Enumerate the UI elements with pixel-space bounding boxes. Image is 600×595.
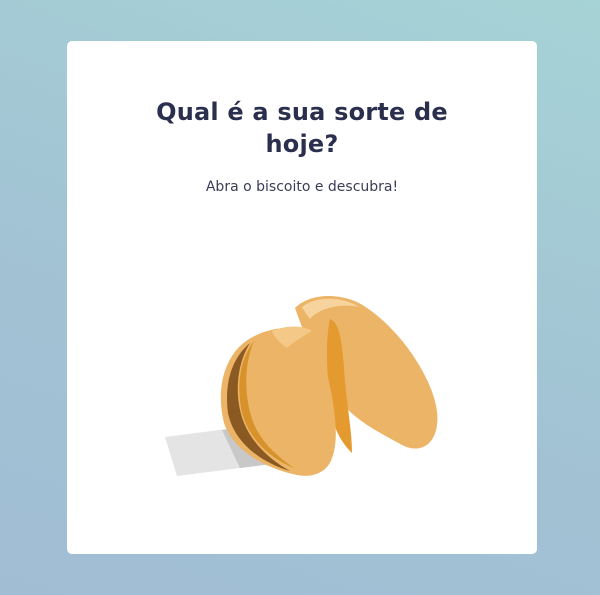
fortune-cookie-icon [165, 295, 438, 476]
page-subtitle: Abra o biscoito e descubra! [205, 179, 399, 195]
fortune-cookie-button[interactable] [162, 263, 452, 483]
fortune-card: Qual é a sua sorte de hoje? Abra o bisco… [67, 41, 537, 554]
page-title: Qual é a sua sorte de hoje? [156, 98, 448, 158]
